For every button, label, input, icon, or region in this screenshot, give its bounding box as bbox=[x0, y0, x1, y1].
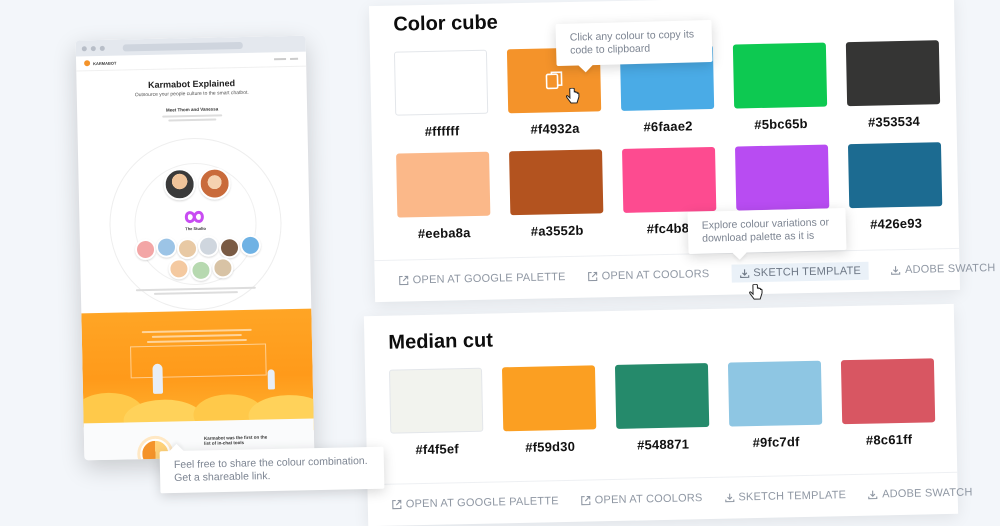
color-swatch[interactable]: #8c61ff bbox=[840, 358, 936, 448]
swatch-fill[interactable] bbox=[845, 40, 941, 107]
swatch-grid: #ffffff #f4932a #6faae2 #5bc65b #353534 … bbox=[393, 40, 943, 242]
action-label: OPEN AT GOOGLE PALETTE bbox=[405, 495, 559, 511]
hex-code: #f59d30 bbox=[525, 438, 576, 455]
action-label: OPEN AT COOLORS bbox=[601, 268, 710, 283]
action-label: OPEN AT GOOGLE PALETTE bbox=[412, 271, 566, 287]
website-preview: KARMABOT Karmabot Explained Outsource yo… bbox=[75, 35, 315, 461]
download-icon bbox=[724, 493, 735, 503]
swatch-fill[interactable] bbox=[501, 365, 597, 432]
palette-actions: OPEN AT GOOGLE PALETTE OPEN AT COOLORS S… bbox=[374, 247, 996, 302]
download-icon bbox=[891, 266, 901, 275]
swatch-fill[interactable] bbox=[614, 363, 710, 429]
action-label: SKETCH TEMPLATE bbox=[738, 489, 847, 504]
adobe-swatch-button[interactable]: ADOBE SWATCH bbox=[891, 262, 996, 276]
open-google-palette-link[interactable]: OPEN AT GOOGLE PALETTE bbox=[392, 495, 559, 510]
open-coolors-link[interactable]: OPEN AT COOLORS bbox=[581, 492, 703, 507]
open-coolors-link[interactable]: OPEN AT COOLORS bbox=[587, 268, 710, 283]
swatch-fill[interactable] bbox=[734, 144, 830, 211]
adobe-swatch-button[interactable]: ADOBE SWATCH bbox=[868, 486, 973, 500]
swatch-grid: #f4f5ef #f59d30 #548871 #9fc7df #8c61ff bbox=[388, 358, 936, 458]
window-dot bbox=[99, 45, 105, 51]
swatch-fill[interactable] bbox=[509, 149, 604, 216]
hex-code: #9fc7df bbox=[752, 434, 800, 451]
action-label: ADOBE SWATCH bbox=[904, 262, 996, 276]
address-bar bbox=[122, 41, 243, 51]
hex-code: #8c61ff bbox=[865, 431, 913, 448]
swatch-fill[interactable] bbox=[393, 49, 489, 116]
copy-tooltip: Click any colour to copy its code to cli… bbox=[555, 19, 713, 67]
swatch-fill[interactable] bbox=[622, 146, 717, 213]
color-swatch[interactable]: #f59d30 bbox=[501, 365, 597, 455]
color-swatch[interactable]: #548871 bbox=[614, 363, 710, 453]
color-swatch[interactable]: #5bc65b bbox=[732, 42, 828, 133]
sketch-template-button[interactable]: SKETCH TEMPLATE bbox=[731, 261, 870, 283]
action-label: SKETCH TEMPLATE bbox=[753, 264, 862, 280]
external-link-icon bbox=[581, 495, 591, 506]
hex-code: #548871 bbox=[636, 436, 690, 453]
palette-actions: OPEN AT GOOGLE PALETTE OPEN AT COOLORS S… bbox=[367, 471, 973, 526]
preview-logo-text: KARMABOT bbox=[93, 60, 117, 66]
color-swatch[interactable]: #9fc7df bbox=[727, 360, 823, 451]
hex-code: #6faae2 bbox=[643, 118, 693, 135]
swatch-fill[interactable] bbox=[847, 142, 943, 209]
external-link-icon bbox=[587, 271, 598, 282]
preview-logo: KARMABOT bbox=[84, 60, 116, 67]
open-google-palette-link[interactable]: OPEN AT GOOGLE PALETTE bbox=[399, 271, 566, 286]
hex-code: #426e93 bbox=[869, 215, 923, 232]
download-icon bbox=[868, 490, 878, 500]
color-swatch[interactable]: #353534 bbox=[845, 40, 941, 130]
explore-tooltip: Explore colour variations or download pa… bbox=[687, 207, 847, 255]
external-link-icon bbox=[399, 275, 409, 286]
hex-code: #a3552b bbox=[530, 222, 584, 239]
window-dot bbox=[81, 45, 87, 51]
swatch-fill[interactable] bbox=[732, 42, 828, 109]
palette-card-median-cut: Median cut #f4f5ef #f59d30 #548871 #9fc7… bbox=[363, 303, 973, 526]
rocket-icon bbox=[267, 369, 275, 390]
preview-footer-title: Karmabot was the first on the list of in… bbox=[203, 434, 268, 446]
hex-code: #eeba8a bbox=[417, 225, 471, 242]
preview-studio-label: The Studio bbox=[185, 225, 206, 232]
color-swatch[interactable]: #426e93 bbox=[847, 142, 943, 232]
external-link-icon bbox=[392, 499, 402, 510]
stage: KARMABOT Karmabot Explained Outsource yo… bbox=[0, 0, 1000, 526]
preview-hero-band bbox=[75, 308, 315, 441]
hex-code: #f4932a bbox=[530, 120, 580, 137]
swatch-fill[interactable] bbox=[396, 151, 491, 218]
hand-cursor-icon bbox=[749, 283, 763, 300]
studio-logo-icon bbox=[184, 210, 204, 224]
preview-text-block bbox=[162, 114, 223, 122]
hand-cursor-icon bbox=[565, 87, 580, 104]
palette-title: Color cube bbox=[393, 11, 499, 36]
swatch-fill[interactable] bbox=[388, 367, 484, 434]
palette-title: Median cut bbox=[388, 329, 494, 354]
copy-icon bbox=[545, 71, 563, 90]
window-dot bbox=[90, 45, 96, 51]
rocket-icon bbox=[152, 363, 164, 394]
color-swatch[interactable]: #f4f5ef bbox=[388, 367, 484, 458]
color-swatch[interactable]: #ffffff bbox=[393, 49, 489, 140]
hex-code: #5bc65b bbox=[754, 115, 808, 133]
color-swatch[interactable]: #a3552b bbox=[509, 149, 604, 239]
hex-code: #fc4b8f bbox=[646, 220, 694, 237]
action-label: OPEN AT COOLORS bbox=[594, 492, 703, 507]
swatch-fill[interactable] bbox=[840, 358, 936, 425]
action-label: ADOBE SWATCH bbox=[882, 486, 973, 501]
swatch-fill[interactable] bbox=[727, 360, 823, 427]
preview-nav-links bbox=[274, 57, 299, 61]
preview-section-title: Meet Thom and Vanessa bbox=[165, 106, 219, 113]
hex-code: #353534 bbox=[867, 113, 921, 130]
color-swatch[interactable]: #eeba8a bbox=[396, 151, 491, 242]
hex-code: #f4f5ef bbox=[415, 441, 459, 458]
download-icon bbox=[739, 269, 749, 278]
hex-code: #ffffff bbox=[424, 123, 460, 140]
share-tooltip: Feel free to share the colour combinatio… bbox=[159, 446, 385, 494]
sketch-template-button[interactable]: SKETCH TEMPLATE bbox=[724, 489, 846, 504]
logo-icon bbox=[84, 60, 91, 67]
